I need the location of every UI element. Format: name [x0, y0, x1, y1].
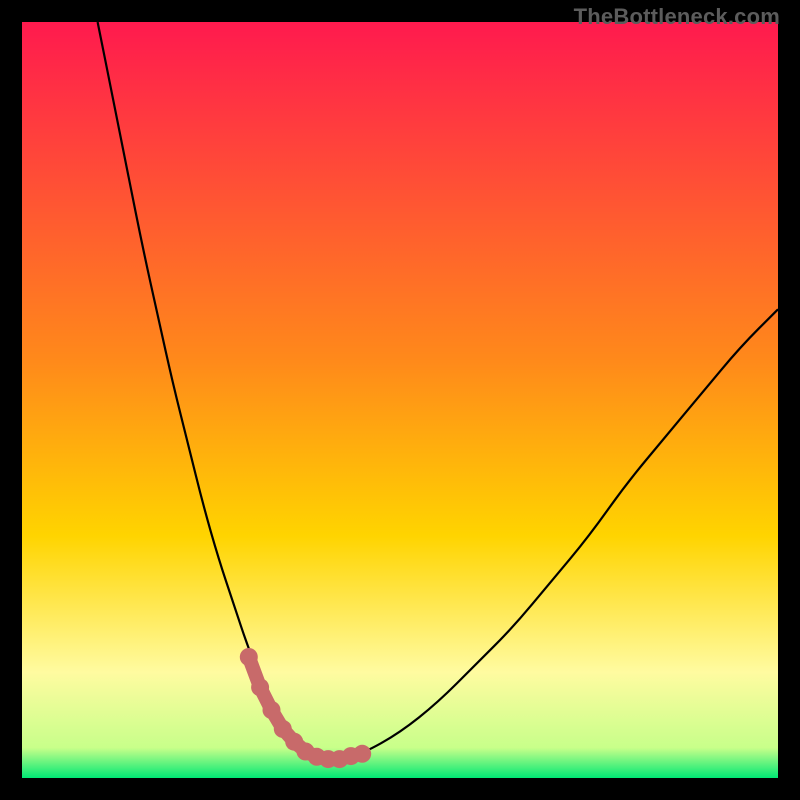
chart-container: TheBottleneck.com: [0, 0, 800, 800]
plot-area: [22, 22, 778, 778]
highlight-dot: [240, 648, 258, 666]
gradient-background: [22, 22, 778, 778]
chart-svg: [22, 22, 778, 778]
highlight-dot: [353, 745, 371, 763]
highlight-dot: [263, 701, 281, 719]
highlight-dot: [251, 678, 269, 696]
watermark-text: TheBottleneck.com: [574, 4, 780, 30]
